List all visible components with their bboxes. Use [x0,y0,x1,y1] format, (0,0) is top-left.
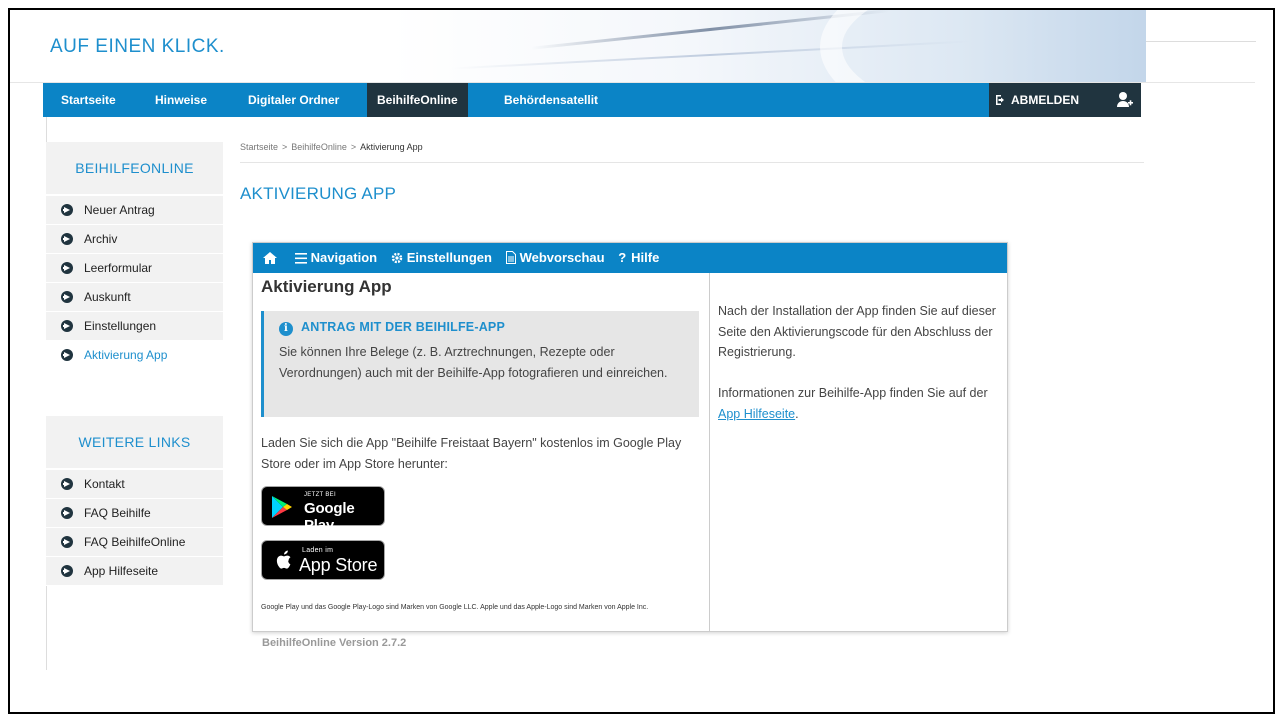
document-icon [505,251,516,264]
sidebar-section-weitere-links: WEITERE LINKS Kontakt FAQ Beihilfe FAQ B… [46,416,223,586]
logout-icon [996,95,1004,105]
breadcrumb-beihilfeonline[interactable]: BeihilfeOnline [291,142,347,152]
arrow-circle-icon [61,507,73,519]
preview-button[interactable]: Webvorschau [505,250,605,265]
app-right-pane: Nach der Installation der App finden Sie… [710,273,1007,631]
sidebar-item-kontakt[interactable]: Kontakt [46,470,223,499]
logout-label: ABMELDEN [1011,93,1079,107]
app-heading: Aktivierung App [261,277,392,296]
arrow-circle-icon [61,349,73,361]
sidebar-item-faq-beihilfeonline[interactable]: FAQ BeihilfeOnline [46,528,223,557]
app-left-pane: Aktivierung App i ANTRAG MIT DER BEIHILFE… [253,273,710,631]
info-text: Sie können Ihre Belege (z. B. Arztrechnu… [279,345,668,380]
sidebar-item-faq-beihilfe[interactable]: FAQ Beihilfe [46,499,223,528]
sidebar-item-aktivierung-app[interactable]: Aktivierung App [46,341,223,370]
sidebar-section-title: WEITERE LINKS [46,416,223,470]
home-icon [263,252,277,264]
arrow-circle-icon [61,565,73,577]
nav-beihilfeonline[interactable]: BeihilfeOnline [367,83,468,117]
sidebar-item-app-hilfeseite[interactable]: App Hilfeseite [46,557,223,586]
arrow-circle-icon [61,320,73,332]
sidebar-section-title: BEIHILFEONLINE [46,142,223,196]
arrow-circle-icon [61,204,73,216]
site-banner: AUF EINEN KLICK. [10,10,1256,83]
logout-button[interactable]: ABMELDEN [995,83,1079,117]
breadcrumb-startseite[interactable]: Startseite [240,142,278,152]
legal-note: Google Play und das Google Play-Logo sin… [261,604,649,611]
app-help-link[interactable]: App Hilfeseite [718,407,795,421]
arrow-circle-icon [61,291,73,303]
sidebar-item-auskunft[interactable]: Auskunft [46,283,223,312]
main-navbar: Startseite Hinweise Digitaler Ordner Bei… [43,83,1141,117]
info-icon: i [279,322,293,336]
download-text: Laden Sie sich die App "Beihilfe Freista… [261,436,682,471]
add-user-icon[interactable] [1117,91,1133,109]
apple-icon [276,550,291,569]
activation-info-text: Nach der Installation der App finden Sie… [718,304,996,421]
nav-hinweise[interactable]: Hinweise [145,83,217,117]
home-button[interactable] [263,250,281,265]
info-title: i ANTRAG MIT DER BEIHILFE-APP [279,320,505,336]
banner-image [390,10,1146,82]
app-panel: Navigation Einstellungen Webvorschau ? Hi… [252,242,1008,632]
breadcrumb-current: Aktivierung App [360,142,423,152]
sidebar-section-beihilfeonline: BEIHILFEONLINE Neuer Antrag Archiv Leerf… [46,142,223,370]
sidebar-item-einstellungen[interactable]: Einstellungen [46,312,223,341]
breadcrumb: Startseite > BeihilfeOnline > Aktivierung Ap… [240,142,1144,163]
question-icon: ? [618,250,627,265]
sidebar-item-neuer-antrag[interactable]: Neuer Antrag [46,196,223,225]
nav-user-area: ABMELDEN [989,83,1141,117]
settings-button[interactable]: Einstellungen [391,250,492,265]
browser-frame: AUF EINEN KLICK. Startseite Hinweise Dig… [8,8,1275,714]
arrow-circle-icon [61,478,73,490]
sidebar-item-archiv[interactable]: Archiv [46,225,223,254]
app-store-badge[interactable]: Laden im App Store [261,540,385,580]
info-box: i ANTRAG MIT DER BEIHILFE-APP Sie können … [261,311,699,417]
left-sidebar: BEIHILFEONLINE Neuer Antrag Archiv Leerf… [46,142,223,586]
arrow-circle-icon [61,536,73,548]
nav-digitaler-ordner[interactable]: Digitaler Ordner [238,83,349,117]
page-title: AKTIVIERUNG APP [240,184,397,203]
menu-icon [294,253,307,264]
google-play-badge[interactable]: JETZT BEI Google Play [261,486,385,534]
arrow-circle-icon [61,262,73,274]
help-button[interactable]: ? Hilfe [618,250,659,265]
banner-tagline: AUF EINEN KLICK. [50,36,225,57]
google-play-icon [272,496,292,518]
navigation-button[interactable]: Navigation [294,250,377,265]
main-content: Startseite > BeihilfeOnline > Aktivierung Ap… [240,142,1144,649]
arrow-circle-icon [61,233,73,245]
version-label: BeihilfeOnline Version 2.7.2 [262,637,407,649]
nav-startseite[interactable]: Startseite [51,83,126,117]
sidebar-item-leerformular[interactable]: Leerformular [46,254,223,283]
gear-icon [391,252,402,264]
nav-behoerdensatellit[interactable]: Behördensatellit [494,83,608,117]
app-toolbar: Navigation Einstellungen Webvorschau ? Hi… [253,243,1007,273]
